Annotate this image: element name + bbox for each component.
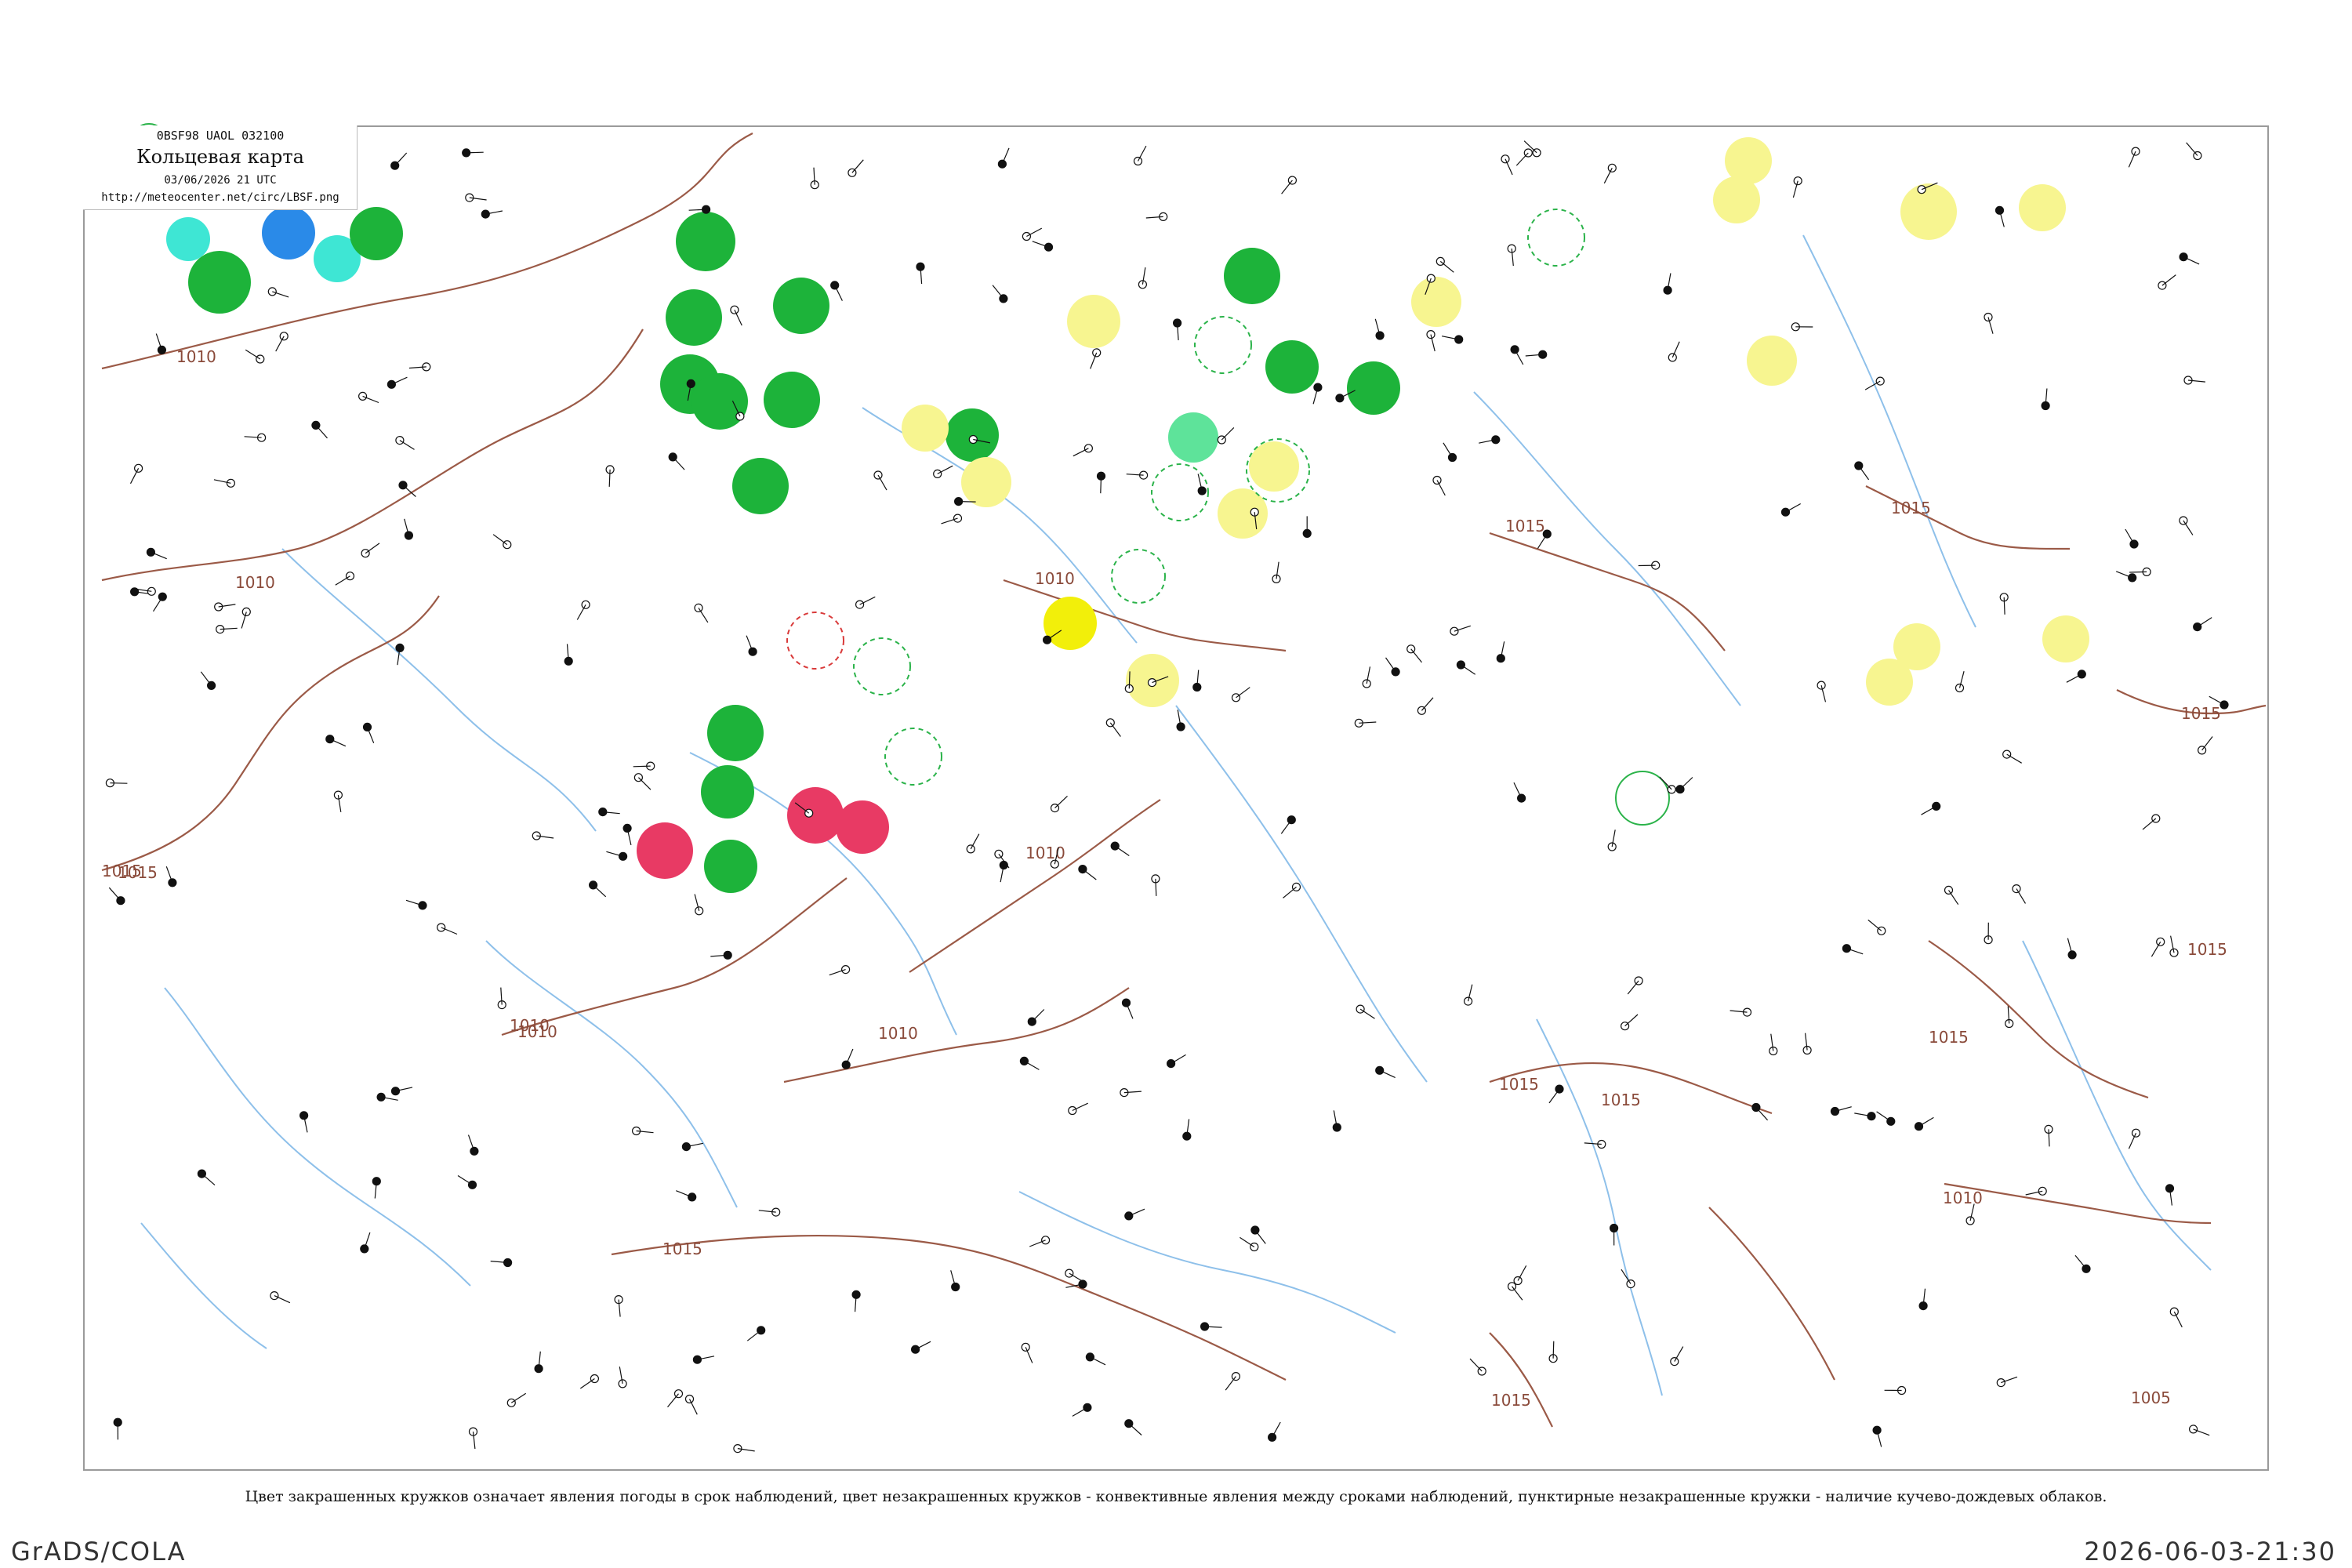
timestamp-footer: 2026-06-03-21:30: [2084, 1537, 2336, 1566]
legend-caption: Цвет закрашенных кружков означает явлени…: [245, 1488, 2107, 1505]
grads-footer: GrADS/COLA: [11, 1537, 187, 1566]
source-url: http://meteocenter.net/circ/LBSF.png: [101, 191, 339, 204]
map-header: 0BSF98 UAOL 032100 Кольцевая карта 03/06…: [83, 125, 358, 210]
map-title: Кольцевая карта: [136, 146, 304, 168]
bulletin-code: 0BSF98 UAOL 032100: [156, 129, 285, 143]
valid-time: 03/06/2026 21 UTC: [164, 174, 277, 187]
map-frame: [83, 125, 2269, 1471]
